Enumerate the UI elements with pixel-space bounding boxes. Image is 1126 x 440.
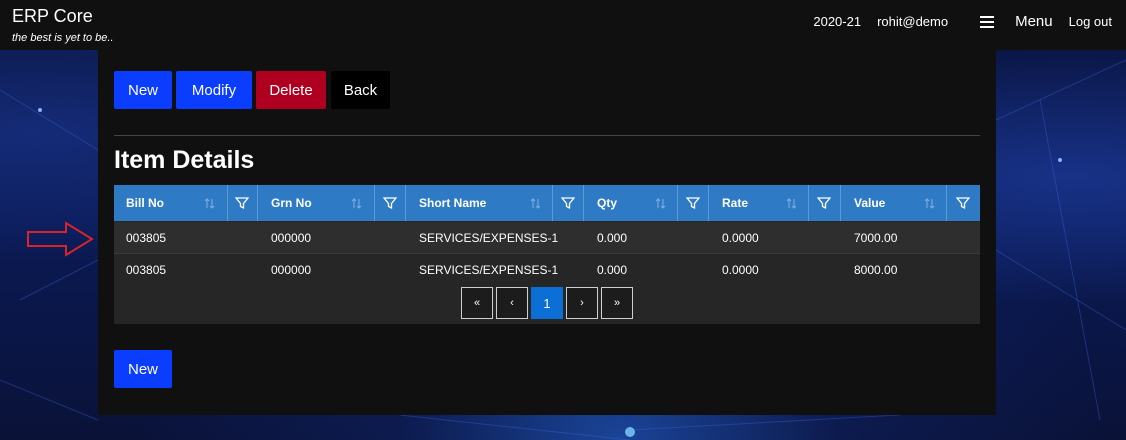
cell-short-name: SERVICES/EXPENSES-1: [419, 262, 559, 277]
cell-value: 8000.00: [854, 262, 898, 277]
sort-icon[interactable]: [787, 198, 797, 209]
cell-bill-no: 003805: [126, 262, 167, 277]
cell-rate: 0.0000: [722, 262, 759, 277]
cell-grn-no: 000000: [271, 230, 312, 245]
table-row[interactable]: 003805 000000 SERVICES/EXPENSES-1 0.000 …: [114, 222, 980, 253]
section-title: Item Details: [114, 146, 255, 174]
menu-label: Menu: [1015, 13, 1053, 30]
cell-bill-no: 003805: [126, 230, 167, 245]
back-button[interactable]: Back: [331, 71, 390, 109]
filter-icon[interactable]: [956, 196, 970, 210]
column-header-short-name[interactable]: Short Name: [407, 185, 547, 221]
new-item-button[interactable]: New: [114, 350, 172, 388]
grid-header: Bill No Grn No Short Name Qty Rate Value: [114, 185, 980, 221]
sort-icon[interactable]: [531, 198, 541, 209]
filter-icon[interactable]: [383, 196, 397, 210]
table-row[interactable]: 003805 000000 SERVICES/EXPENSES-1 0.000 …: [114, 253, 980, 284]
cell-qty: 0.000: [597, 230, 628, 245]
sort-icon[interactable]: [205, 198, 215, 209]
app-title[interactable]: ERP Core: [12, 6, 93, 27]
filter-icon[interactable]: [817, 196, 831, 210]
filter-icon[interactable]: [235, 196, 249, 210]
menu-button[interactable]: Menu: [964, 13, 1053, 30]
first-page-button[interactable]: «: [461, 287, 493, 319]
financial-year: 2020-21: [813, 14, 862, 29]
sort-icon[interactable]: [925, 198, 935, 209]
user-nav: 2020-21 rohit@demo Menu Log out: [797, 13, 1112, 30]
delete-button[interactable]: Delete: [256, 71, 326, 109]
hamburger-icon: [980, 15, 995, 28]
previous-page-button[interactable]: ‹: [496, 287, 528, 319]
pagination: « ‹ 1 › »: [461, 287, 633, 319]
filter-icon[interactable]: [561, 196, 575, 210]
last-page-button[interactable]: »: [601, 287, 633, 319]
user-name: rohit@demo: [877, 14, 949, 29]
cell-value: 7000.00: [854, 230, 898, 245]
new-button[interactable]: New: [114, 71, 172, 109]
sort-icon[interactable]: [656, 198, 666, 209]
divider: [114, 135, 980, 136]
modify-button[interactable]: Modify: [176, 71, 252, 109]
top-navbar: ERP Core the best is yet to be.. 2020-21…: [0, 0, 1126, 50]
cell-grn-no: 000000: [271, 262, 312, 277]
current-page-button[interactable]: 1: [531, 287, 563, 319]
sort-icon[interactable]: [352, 198, 362, 209]
logout-link[interactable]: Log out: [1069, 14, 1112, 29]
content-panel: New Modify Delete Back Item Details Bill…: [98, 50, 996, 415]
item-details-grid: Bill No Grn No Short Name Qty Rate Value…: [114, 185, 980, 324]
next-page-button[interactable]: ›: [566, 287, 598, 319]
app-tagline: the best is yet to be..: [12, 32, 114, 44]
arrow-right-icon: [27, 221, 94, 257]
cell-short-name: SERVICES/EXPENSES-1: [419, 230, 559, 245]
cell-qty: 0.000: [597, 262, 628, 277]
filter-icon[interactable]: [686, 196, 700, 210]
cell-rate: 0.0000: [722, 230, 759, 245]
